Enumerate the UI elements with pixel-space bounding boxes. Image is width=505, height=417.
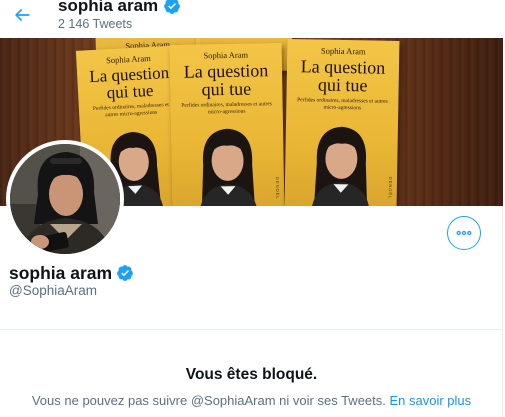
profile-handle: @SophiaAram [9, 283, 97, 298]
more-options-button[interactable] [447, 216, 481, 250]
verified-badge-icon [164, 0, 181, 14]
profile-name-row: sophia aram [9, 262, 134, 284]
banner-book: Sophia Aram La question qui tue Perfides … [169, 43, 285, 206]
more-options-icon [456, 230, 472, 236]
profile-name: sophia aram [9, 263, 113, 283]
back-button[interactable] [8, 2, 36, 28]
profile-header: sophia aram 2 146 Tweets [0, 0, 503, 38]
avatar[interactable] [6, 140, 124, 258]
divider [0, 329, 503, 330]
header-title: sophia aram [58, 0, 181, 17]
author-photo [199, 128, 258, 206]
arrow-left-icon [15, 9, 30, 21]
banner-book: Sophia Aram La question qui tue Perfides … [284, 39, 400, 206]
profile-page: sophia aram 2 146 Tweets Sophia Aram Sop… [0, 0, 505, 417]
learn-more-link[interactable]: En savoir plus [390, 393, 472, 408]
blocked-message: Vous ne pouvez pas suivre @SophiaAram ni… [0, 392, 503, 410]
author-photo [311, 126, 370, 206]
blocked-title: Vous êtes bloqué. [185, 366, 318, 383]
blocked-text: Vous ne pouvez pas suivre @SophiaAram ni… [31, 393, 386, 408]
verified-badge-icon [117, 265, 133, 281]
tweet-count: 2 146 Tweets [58, 17, 133, 31]
header-name: sophia aram [58, 0, 159, 15]
avatar-photo [10, 144, 120, 254]
